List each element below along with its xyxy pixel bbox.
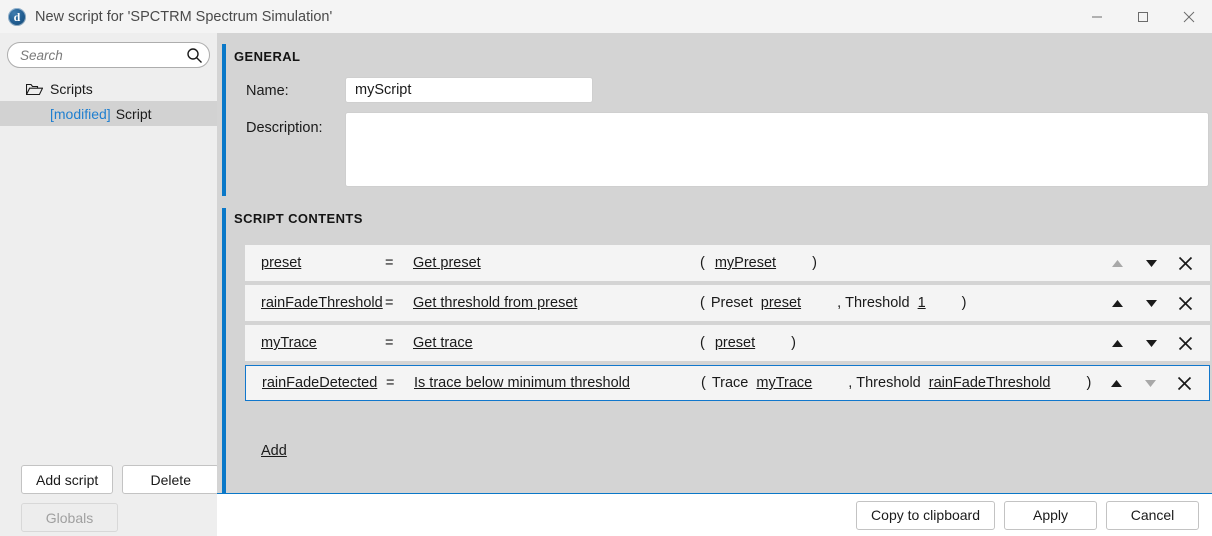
tree-item-scripts[interactable]: Scripts	[0, 76, 217, 101]
row-actions	[1099, 366, 1201, 400]
statement-variable: rainFadeDetected	[262, 375, 378, 391]
row-actions	[1100, 285, 1202, 321]
close-icon[interactable]	[1168, 326, 1202, 360]
dialog-window: New script for 'SPCTRM Spectrum Simulati…	[0, 0, 1212, 536]
statement-variable: rainFadeThreshold	[261, 295, 383, 311]
name-input[interactable]	[345, 77, 593, 103]
statement-equals: =	[385, 335, 394, 351]
arrow-up-icon[interactable]	[1099, 366, 1133, 400]
general-section-title: GENERAL	[234, 49, 301, 64]
close-icon[interactable]	[1167, 366, 1201, 400]
window-controls	[1074, 0, 1212, 33]
search-icon[interactable]	[183, 44, 205, 66]
argument-separator: ,	[837, 295, 842, 311]
statement-open-paren: (	[700, 295, 705, 311]
delete-button[interactable]: Delete	[122, 465, 220, 494]
argument-label: Threshold	[845, 295, 910, 311]
arrow-down-icon	[1133, 366, 1167, 400]
tree-item-scripts-label: Scripts	[50, 80, 93, 97]
search-input[interactable]	[20, 47, 183, 63]
statement-function[interactable]: Get preset	[413, 255, 481, 271]
argument-value[interactable]: preset	[715, 335, 755, 351]
maximize-icon[interactable]	[1120, 0, 1166, 33]
arrow-down-icon[interactable]	[1134, 326, 1168, 360]
arrow-up-icon	[1100, 246, 1134, 280]
main-panel: GENERAL Name: Description: SCRIPT CONTEN…	[217, 33, 1212, 493]
statement-open-paren: (	[700, 335, 705, 351]
statement-function[interactable]: Is trace below minimum threshold	[414, 375, 630, 391]
add-script-button[interactable]: Add script	[21, 465, 114, 494]
script-row[interactable]: myTrace = Get trace ( preset)	[245, 325, 1210, 361]
script-contents-accent-bar	[222, 208, 226, 493]
window-title: New script for 'SPCTRM Spectrum Simulati…	[35, 8, 333, 25]
statement-open-paren: (	[701, 375, 706, 391]
statement-equals: =	[385, 295, 394, 311]
statement-arguments: ( Preset preset, Threshold 1)	[700, 285, 967, 321]
sidebar: Scripts [modified] Script Add script Del…	[0, 33, 220, 536]
script-row[interactable]: rainFadeDetected = Is trace below minimum …	[245, 365, 1210, 401]
argument-label: Threshold	[856, 375, 921, 391]
app-logo-icon	[8, 7, 26, 26]
script-rows: preset = Get preset(myPreset) rainFadeThres…	[245, 245, 1210, 405]
argument-separator: ,	[848, 375, 853, 391]
statement-close-paren: )	[1086, 375, 1092, 391]
close-icon[interactable]	[1168, 286, 1202, 320]
sidebar-actions: Add script Delete Globals	[0, 465, 220, 536]
folder-open-icon	[26, 81, 43, 96]
arrow-up-icon[interactable]	[1100, 326, 1134, 360]
row-actions	[1100, 245, 1202, 281]
close-icon[interactable]	[1168, 246, 1202, 280]
statement-close-paren: )	[791, 335, 796, 351]
tree-item-script-label: Script	[115, 105, 152, 122]
argument-label: Preset	[710, 295, 753, 311]
statement-arguments: ( myPreset)	[700, 245, 817, 281]
statement-arguments: ( Trace myTrace, Threshold rainFadeThreshold…	[701, 366, 1091, 400]
globals-button[interactable]: Globals	[21, 503, 118, 532]
name-label: Name:	[246, 83, 289, 99]
script-row[interactable]: rainFadeThreshold = Get threshold from pre…	[245, 285, 1210, 321]
cancel-button[interactable]: Cancel	[1106, 500, 1199, 530]
add-statement-link[interactable]: Add	[261, 443, 287, 459]
row-actions	[1100, 325, 1202, 361]
general-accent-bar	[222, 44, 226, 196]
statement-close-paren: )	[961, 295, 967, 311]
statement-equals: =	[385, 255, 394, 271]
argument-value[interactable]: myPreset	[715, 255, 776, 271]
statement-function[interactable]: Get trace	[413, 335, 473, 351]
arrow-down-icon[interactable]	[1134, 286, 1168, 320]
description-label: Description:	[246, 120, 323, 136]
script-row[interactable]: preset = Get preset ( myPreset)	[245, 245, 1210, 281]
search-box[interactable]	[7, 42, 210, 68]
tree-item-script[interactable]: [modified] Script	[0, 101, 217, 126]
script-tree: Scripts [modified] Script	[0, 76, 217, 126]
arrow-down-icon[interactable]	[1134, 246, 1168, 280]
modified-badge: [modified]	[50, 105, 111, 122]
footer: Copy to clipboard Apply Cancel	[217, 494, 1212, 536]
title-bar: New script for 'SPCTRM Spectrum Simulati…	[0, 0, 1212, 33]
argument-value[interactable]: rainFadeThreshold	[929, 375, 1051, 391]
statement-variable: preset	[261, 255, 302, 271]
statement-open-paren: (	[700, 255, 705, 271]
argument-value[interactable]: myTrace	[756, 375, 812, 391]
argument-label: Trace	[711, 375, 749, 391]
copy-to-clipboard-button[interactable]: Copy to clipboard	[856, 500, 995, 530]
statement-function[interactable]: Get threshold from preset	[413, 295, 577, 311]
statement-variable: myTrace	[261, 335, 317, 351]
argument-value[interactable]: preset	[761, 295, 801, 311]
apply-button[interactable]: Apply	[1004, 500, 1097, 530]
argument-value[interactable]: 1	[918, 295, 926, 311]
script-contents-section-title: SCRIPT CONTENTS	[234, 211, 363, 226]
description-input[interactable]	[345, 112, 1209, 187]
statement-equals: =	[386, 375, 395, 391]
statement-arguments: ( preset)	[700, 325, 796, 361]
close-icon[interactable]	[1166, 0, 1212, 33]
arrow-up-icon[interactable]	[1100, 286, 1134, 320]
minimize-icon[interactable]	[1074, 0, 1120, 33]
statement-close-paren: )	[812, 255, 817, 271]
